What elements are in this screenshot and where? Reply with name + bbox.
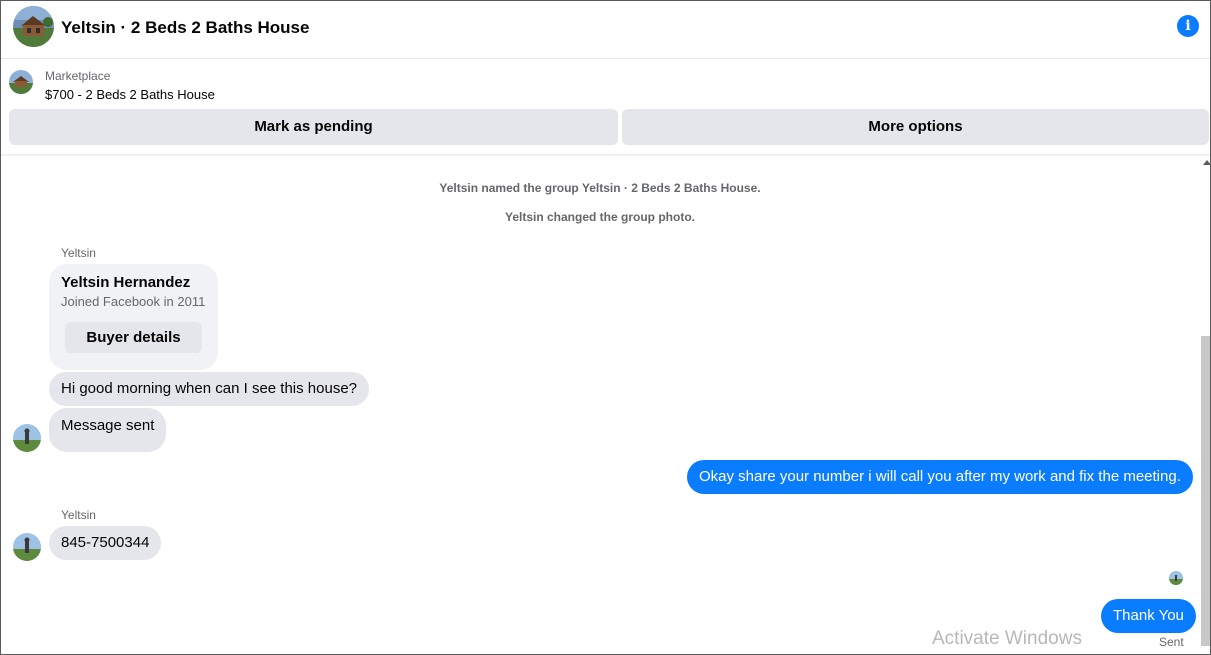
system-message-photo-changed: Yeltsin changed the group photo.	[504, 210, 695, 224]
system-message-group-named: Yeltsin named the group Yeltsin · 2 Beds…	[439, 181, 761, 195]
conversation-title: Yeltsin · 2 Beds 2 Baths House	[61, 18, 310, 37]
sender-name: Yeltsin	[61, 508, 96, 522]
message-status: Sent	[1159, 635, 1184, 649]
more-options-button[interactable]: More options	[622, 109, 1209, 145]
buyer-name[interactable]: Yeltsin Hernandez	[61, 274, 190, 291]
read-receipt-avatar	[1169, 571, 1183, 585]
buyer-details-button[interactable]: Buyer details	[65, 322, 202, 353]
sender-avatar[interactable]	[13, 533, 41, 561]
message-bubble-outgoing[interactable]: Thank You	[1101, 599, 1196, 633]
scrollbar-thumb[interactable]	[1201, 336, 1210, 646]
marketplace-label: Marketplace	[45, 69, 111, 83]
sender-avatar[interactable]	[13, 424, 41, 452]
os-activation-watermark: Activate Windows	[932, 628, 1082, 649]
listing-title[interactable]: $700 - 2 Beds 2 Baths House	[45, 87, 215, 102]
sender-name: Yeltsin	[61, 246, 96, 260]
buyer-card: Yeltsin Hernandez Joined Facebook in 201…	[49, 264, 218, 370]
group-photo-avatar[interactable]	[13, 6, 54, 47]
message-bubble-incoming[interactable]: Hi good morning when can I see this hous…	[49, 372, 370, 406]
scroll-up-arrow-icon[interactable]	[1203, 160, 1211, 165]
conversation-header: Yeltsin · 2 Beds 2 Baths House i	[1, 1, 1210, 59]
header-divider	[1, 154, 1210, 157]
message-bubble-outgoing[interactable]: Okay share your number i will call you a…	[687, 460, 1193, 494]
mark-as-pending-button[interactable]: Mark as pending	[9, 109, 618, 145]
buyer-joined-date: Joined Facebook in 2011	[61, 294, 206, 309]
info-icon[interactable]: i	[1177, 15, 1199, 37]
listing-thumbnail[interactable]	[9, 70, 33, 94]
message-bubble-incoming[interactable]: 845-7500344	[49, 526, 162, 560]
message-bubble-incoming[interactable]: Message sent	[49, 408, 167, 452]
